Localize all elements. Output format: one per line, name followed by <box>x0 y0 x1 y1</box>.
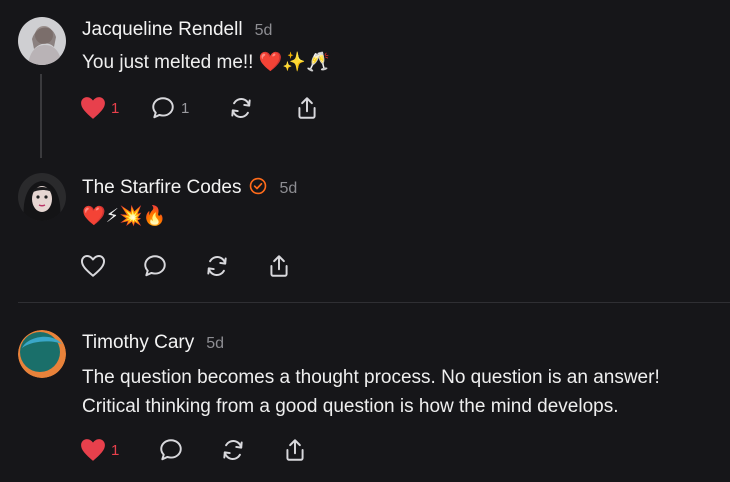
share-button[interactable] <box>266 252 306 280</box>
heart-icon <box>81 439 105 461</box>
comment-text: You just melted me!! ❤️✨🥂 <box>82 52 330 73</box>
heart-icon <box>80 255 106 277</box>
reply-button[interactable] <box>142 252 204 280</box>
repost-button[interactable] <box>228 94 294 122</box>
repost-button[interactable] <box>220 436 282 464</box>
repost-button[interactable] <box>204 252 266 280</box>
like-count: 1 <box>111 441 120 459</box>
share-button[interactable] <box>282 436 322 464</box>
divider <box>18 302 730 303</box>
like-button[interactable] <box>80 252 142 280</box>
like-button[interactable]: 1 <box>80 436 158 464</box>
avatar[interactable] <box>18 173 66 221</box>
like-button[interactable]: 1 <box>80 94 150 122</box>
comment-icon <box>152 97 174 119</box>
comment-icon <box>144 255 166 277</box>
author-name[interactable]: Timothy Cary <box>82 332 194 354</box>
author-name[interactable]: Jacqueline Rendell <box>82 19 243 41</box>
comment-text: ❤️⚡💥🔥 <box>82 206 167 227</box>
comment-text-line-2: Critical thinking from a good question i… <box>82 396 619 417</box>
like-count: 1 <box>111 99 120 117</box>
repost-icon <box>223 440 243 460</box>
comment-icon <box>160 439 182 461</box>
avatar[interactable] <box>18 17 66 65</box>
share-icon <box>270 255 288 277</box>
reply-count: 1 <box>181 99 190 117</box>
reply-button[interactable] <box>158 436 220 464</box>
reply-button[interactable]: 1 <box>150 94 228 122</box>
heart-icon <box>81 97 105 119</box>
author-name[interactable]: The Starfire Codes <box>82 177 241 199</box>
timestamp: 5d <box>206 335 225 352</box>
share-icon <box>298 97 316 119</box>
timestamp: 5d <box>279 180 298 197</box>
share-button[interactable] <box>294 94 334 122</box>
repost-icon <box>231 98 251 118</box>
share-icon <box>286 439 304 461</box>
avatar[interactable] <box>18 330 66 378</box>
thread-line <box>40 74 42 158</box>
timestamp: 5d <box>254 22 273 39</box>
verified-badge-icon <box>249 177 267 195</box>
comment-text-line-1: The question becomes a thought process. … <box>82 367 660 388</box>
repost-icon <box>207 256 227 276</box>
